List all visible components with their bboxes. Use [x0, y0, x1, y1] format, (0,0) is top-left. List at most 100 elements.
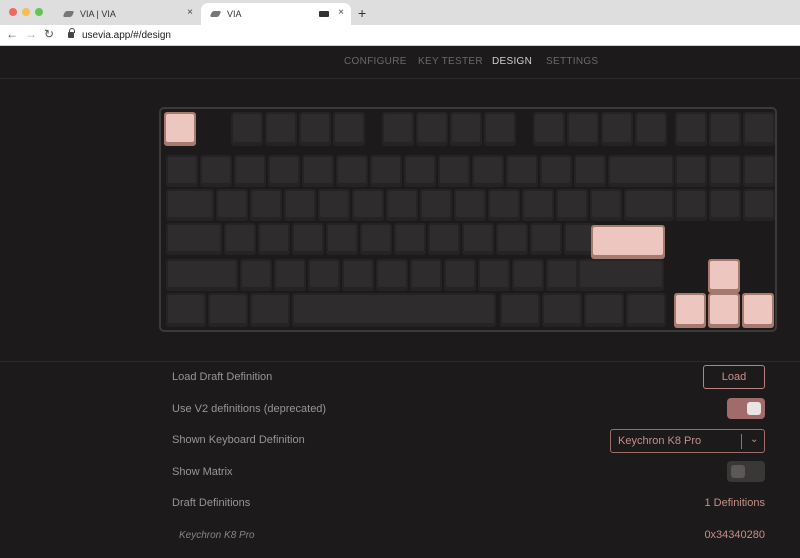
- key[interactable]: [462, 223, 494, 255]
- key-caps[interactable]: [166, 223, 222, 255]
- key[interactable]: [444, 259, 476, 291]
- key[interactable]: [743, 112, 775, 146]
- key-ctrl[interactable]: [626, 293, 666, 327]
- key[interactable]: [496, 223, 528, 255]
- key[interactable]: [292, 223, 324, 255]
- key[interactable]: [231, 112, 263, 146]
- key[interactable]: [386, 189, 418, 221]
- key[interactable]: [352, 189, 384, 221]
- key-right[interactable]: [742, 293, 774, 328]
- key[interactable]: [454, 189, 486, 221]
- key[interactable]: [567, 112, 599, 146]
- key[interactable]: [478, 259, 510, 291]
- maximize-window-button[interactable]: [35, 8, 43, 16]
- key[interactable]: [360, 223, 392, 255]
- use-v2-toggle[interactable]: [727, 398, 765, 419]
- browser-tab-via-via[interactable]: VIA | VIA ×: [54, 3, 200, 25]
- key-backspace[interactable]: [608, 155, 674, 187]
- key[interactable]: [574, 155, 606, 187]
- key[interactable]: [428, 223, 460, 255]
- key[interactable]: [472, 155, 504, 187]
- back-button[interactable]: ←: [6, 27, 18, 41]
- load-button[interactable]: Load: [703, 365, 765, 389]
- key[interactable]: [438, 155, 470, 187]
- key[interactable]: [675, 189, 707, 221]
- key-menu[interactable]: [584, 293, 624, 327]
- key[interactable]: [743, 189, 775, 221]
- key[interactable]: [556, 189, 588, 221]
- key[interactable]: [216, 189, 248, 221]
- close-window-button[interactable]: [9, 8, 17, 16]
- key[interactable]: [258, 223, 290, 255]
- new-tab-button[interactable]: +: [358, 5, 366, 21]
- key-tab[interactable]: [166, 189, 214, 221]
- chevron-down-icon[interactable]: ⌄: [750, 434, 758, 445]
- key-backslash[interactable]: [624, 189, 674, 221]
- key[interactable]: [302, 155, 334, 187]
- minimize-window-button[interactable]: [22, 8, 30, 16]
- key[interactable]: [240, 259, 272, 291]
- key[interactable]: [709, 189, 741, 221]
- key-alt[interactable]: [250, 293, 290, 327]
- key[interactable]: [200, 155, 232, 187]
- key[interactable]: [333, 112, 365, 146]
- key-right-shift[interactable]: [578, 259, 664, 291]
- key[interactable]: [284, 189, 316, 221]
- key[interactable]: [299, 112, 331, 146]
- key-left[interactable]: [674, 293, 706, 328]
- nav-design[interactable]: DESIGN: [492, 56, 532, 67]
- key[interactable]: [743, 155, 775, 187]
- nav-configure[interactable]: CONFIGURE: [344, 56, 407, 67]
- key[interactable]: [370, 155, 402, 187]
- key[interactable]: [601, 112, 633, 146]
- key[interactable]: [234, 155, 266, 187]
- nav-key-tester[interactable]: KEY TESTER: [418, 56, 483, 67]
- key[interactable]: [336, 155, 368, 187]
- key-fn[interactable]: [542, 293, 582, 327]
- key-win[interactable]: [208, 293, 248, 327]
- key[interactable]: [709, 112, 741, 146]
- nav-settings[interactable]: SETTINGS: [546, 56, 598, 67]
- key[interactable]: [224, 223, 256, 255]
- key[interactable]: [420, 189, 452, 221]
- key[interactable]: [488, 189, 520, 221]
- key[interactable]: [675, 112, 707, 146]
- key[interactable]: [533, 112, 565, 146]
- key[interactable]: [416, 112, 448, 146]
- key[interactable]: [394, 223, 426, 255]
- key[interactable]: [268, 155, 300, 187]
- key[interactable]: [506, 155, 538, 187]
- key[interactable]: [709, 155, 741, 187]
- key[interactable]: [635, 112, 667, 146]
- key[interactable]: [265, 112, 297, 146]
- key[interactable]: [404, 155, 436, 187]
- key-space[interactable]: [292, 293, 496, 327]
- key[interactable]: [675, 155, 707, 187]
- key[interactable]: [318, 189, 350, 221]
- close-tab-icon[interactable]: ×: [187, 7, 193, 18]
- key[interactable]: [250, 189, 282, 221]
- key[interactable]: [484, 112, 516, 146]
- key[interactable]: [540, 155, 572, 187]
- reload-button[interactable]: ↻: [44, 27, 54, 41]
- key[interactable]: [450, 112, 482, 146]
- key-esc[interactable]: [164, 112, 196, 146]
- forward-button[interactable]: →: [25, 27, 37, 41]
- key[interactable]: [166, 155, 198, 187]
- show-matrix-toggle[interactable]: [727, 461, 765, 482]
- keyboard-definition-select[interactable]: Keychron K8 Pro ⌄: [610, 429, 765, 453]
- key[interactable]: [530, 223, 562, 255]
- key-up[interactable]: [708, 259, 740, 293]
- url-field[interactable]: usevia.app/#/design: [82, 30, 171, 41]
- close-tab-icon[interactable]: ×: [338, 7, 344, 18]
- key-ctrl[interactable]: [166, 293, 206, 327]
- key[interactable]: [308, 259, 340, 291]
- key[interactable]: [274, 259, 306, 291]
- key[interactable]: [326, 223, 358, 255]
- key-enter[interactable]: [591, 225, 665, 259]
- key[interactable]: [546, 259, 578, 291]
- key-left-shift[interactable]: [166, 259, 238, 291]
- key[interactable]: [382, 112, 414, 146]
- key[interactable]: [410, 259, 442, 291]
- key[interactable]: [376, 259, 408, 291]
